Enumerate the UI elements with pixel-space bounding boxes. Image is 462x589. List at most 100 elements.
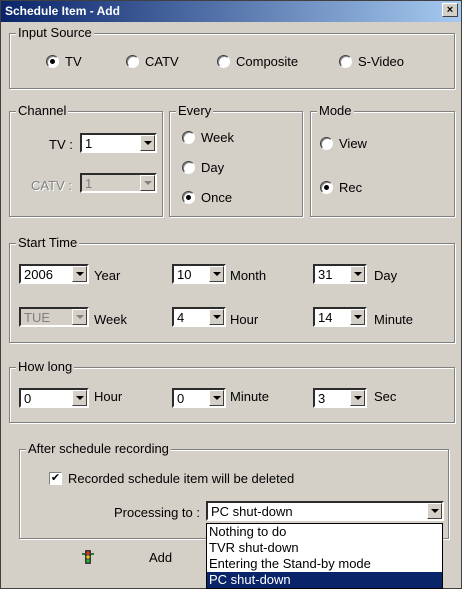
after-recording-legend: After schedule recording	[26, 441, 171, 456]
radio-every-day[interactable]: Day	[182, 160, 224, 175]
radio-circle-icon	[217, 55, 230, 68]
combo-value: 3	[318, 390, 326, 406]
processing-label: Processing to :	[114, 505, 200, 520]
radio-label: Week	[201, 130, 234, 145]
duration-minute-label: Minute	[230, 389, 270, 404]
duration-hour-label: Hour	[94, 389, 123, 404]
channel-tv-select[interactable]: 1	[80, 133, 157, 153]
combo-value: 31	[318, 266, 333, 282]
radio-label: View	[339, 136, 367, 151]
radio-mode-rec[interactable]: Rec	[320, 180, 362, 195]
start-time-group: Start Time 2006 Year 10 Month 31 Day TUE…	[9, 235, 455, 343]
chevron-down-icon	[140, 175, 155, 191]
combo-value: 0	[177, 390, 185, 406]
chevron-down-icon[interactable]	[72, 266, 87, 282]
radio-circle-icon	[182, 131, 195, 144]
radio-label: Once	[201, 190, 233, 205]
dropdown-option-standby[interactable]: Entering the Stand-by mode	[207, 556, 442, 572]
week-label: Week	[94, 312, 127, 327]
chevron-down-icon[interactable]	[72, 390, 87, 406]
hour-label: Hour	[230, 312, 259, 327]
window-title: Schedule Item - Add	[5, 4, 120, 18]
chevron-down-icon[interactable]	[209, 390, 224, 406]
dropdown-option-nothing[interactable]: Nothing to do	[207, 524, 442, 540]
combo-value: 10	[177, 266, 192, 282]
combo-value: 1	[85, 135, 93, 151]
input-source-group: Input Source TV CATV Composite S-Video	[9, 25, 455, 89]
combo-value: TUE	[24, 309, 50, 325]
every-legend: Every	[176, 103, 214, 118]
chevron-down-icon[interactable]	[350, 390, 365, 406]
duration-hour-select[interactable]: 0	[19, 388, 89, 408]
radio-circle-icon	[182, 191, 195, 204]
minute-select[interactable]: 14	[313, 307, 367, 327]
radio-circle-icon	[126, 55, 139, 68]
delete-item-checkbox[interactable]: ✔	[49, 472, 62, 485]
combo-value: 14	[318, 309, 333, 325]
minute-label: Minute	[374, 312, 414, 327]
chevron-down-icon[interactable]	[140, 135, 155, 151]
combo-value: 4	[177, 309, 185, 325]
mode-legend: Mode	[317, 103, 354, 118]
radio-circle-icon	[182, 161, 195, 174]
chevron-down-icon[interactable]	[350, 266, 365, 282]
radio-source-tv[interactable]: TV	[46, 54, 82, 69]
mode-group: Mode View Rec	[310, 103, 455, 217]
chevron-down-icon	[72, 309, 87, 325]
dropdown-option-pc-shutdown[interactable]: PC shut-down	[207, 572, 442, 588]
dropdown-option-tvr-shutdown[interactable]: TVR shut-down	[207, 540, 442, 556]
channel-tv-label: TV :	[49, 137, 73, 152]
radio-label: CATV	[145, 54, 179, 69]
every-group: Every Week Day Once	[169, 103, 303, 217]
channel-catv-select: 1	[80, 173, 157, 193]
combo-value: 0	[24, 390, 32, 406]
channel-catv-label: CATV :	[31, 178, 72, 193]
radio-every-week[interactable]: Week	[182, 130, 234, 145]
month-label: Month	[230, 268, 267, 283]
radio-label: Rec	[339, 180, 363, 195]
close-button[interactable]: ×	[442, 3, 458, 17]
how-long-group: How long 0 Hour 0 Minute 3 Sec	[9, 359, 455, 423]
chevron-down-icon[interactable]	[427, 503, 442, 519]
chevron-down-icon[interactable]	[350, 309, 365, 325]
year-label: Year	[94, 268, 121, 283]
radio-every-once[interactable]: Once	[182, 190, 232, 205]
title-bar[interactable]: Schedule Item - Add ×	[1, 1, 461, 22]
chevron-down-icon[interactable]	[209, 266, 224, 282]
radio-circle-icon	[320, 137, 333, 150]
how-long-legend: How long	[16, 359, 75, 374]
radio-circle-icon	[46, 55, 59, 68]
channel-group: Channel TV : 1 CATV : 1	[9, 103, 163, 217]
day-select[interactable]: 31	[313, 264, 367, 284]
chevron-down-icon[interactable]	[209, 309, 224, 325]
duration-sec-select[interactable]: 3	[313, 388, 367, 408]
radio-label: Composite	[236, 54, 299, 69]
delete-item-label: Recorded schedule item will be deleted	[68, 471, 295, 486]
week-select: TUE	[19, 307, 89, 327]
radio-label: TV	[65, 54, 82, 69]
schedule-item-dialog: Schedule Item - Add × Input Source TV CA…	[0, 0, 462, 589]
radio-label: Day	[201, 160, 225, 175]
input-source-legend: Input Source	[16, 25, 94, 40]
radio-source-composite[interactable]: Composite	[217, 54, 298, 69]
duration-sec-label: Sec	[374, 389, 397, 404]
combo-value: PC shut-down	[211, 503, 293, 519]
duration-minute-select[interactable]: 0	[172, 388, 226, 408]
traffic-light-icon	[82, 550, 94, 564]
radio-source-svideo[interactable]: S-Video	[339, 54, 404, 69]
processing-dropdown-list: Nothing to do TVR shut-down Entering the…	[206, 523, 443, 589]
radio-mode-view[interactable]: View	[320, 136, 367, 151]
add-button[interactable]: Add	[149, 550, 172, 565]
radio-label: S-Video	[358, 54, 405, 69]
radio-circle-icon	[339, 55, 352, 68]
radio-source-catv[interactable]: CATV	[126, 54, 179, 69]
day-label: Day	[374, 268, 398, 283]
start-time-legend: Start Time	[16, 235, 80, 250]
combo-value: 2006	[24, 266, 53, 282]
combo-value: 1	[85, 175, 93, 191]
month-select[interactable]: 10	[172, 264, 226, 284]
hour-select[interactable]: 4	[172, 307, 226, 327]
radio-circle-icon	[320, 181, 333, 194]
processing-select[interactable]: PC shut-down	[206, 501, 444, 521]
year-select[interactable]: 2006	[19, 264, 89, 284]
